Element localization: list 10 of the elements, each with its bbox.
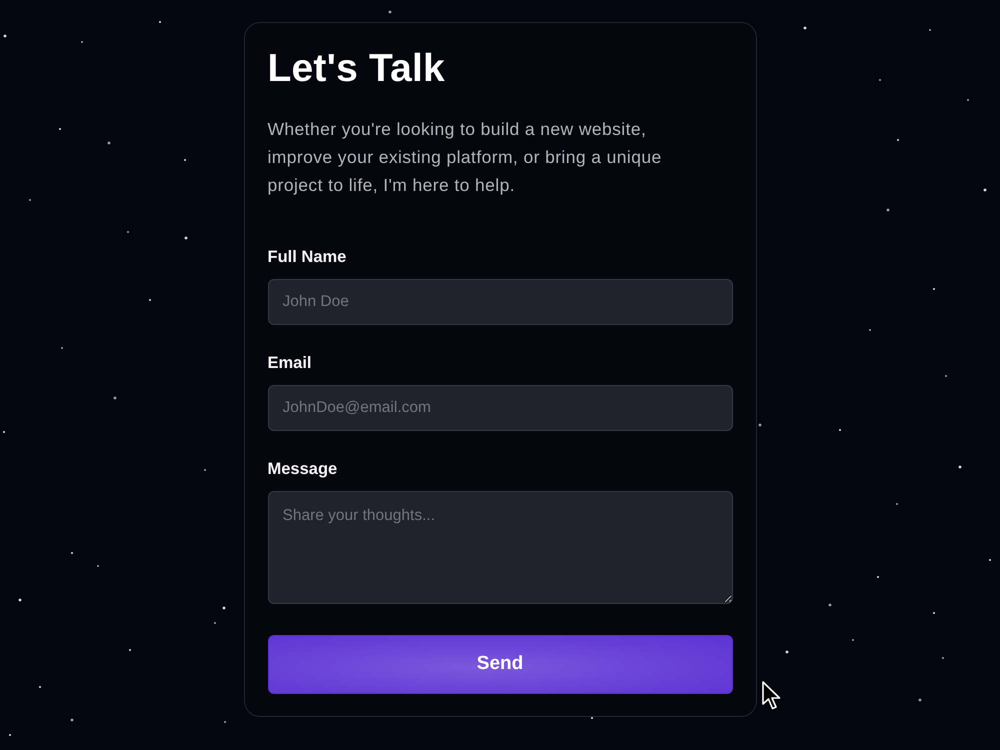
mouse-pointer-icon [762,681,781,710]
input-field[interactable]: John Doe [268,279,732,325]
card-title: Let's Talk [268,46,446,92]
send-button[interactable]: Send [268,635,732,694]
field-label: Message [268,459,338,480]
input-field[interactable]: JohnDoe@email.com [268,385,732,431]
field-label: Email [268,353,313,374]
field-label: Full Name [268,247,348,268]
intro-paragraph: Whether you're looking to build a new website, improve your existing platform, or bring a unique project to life, I'm here to help. [268,118,663,197]
message-textarea[interactable]: Share your thoughts... [268,491,732,604]
